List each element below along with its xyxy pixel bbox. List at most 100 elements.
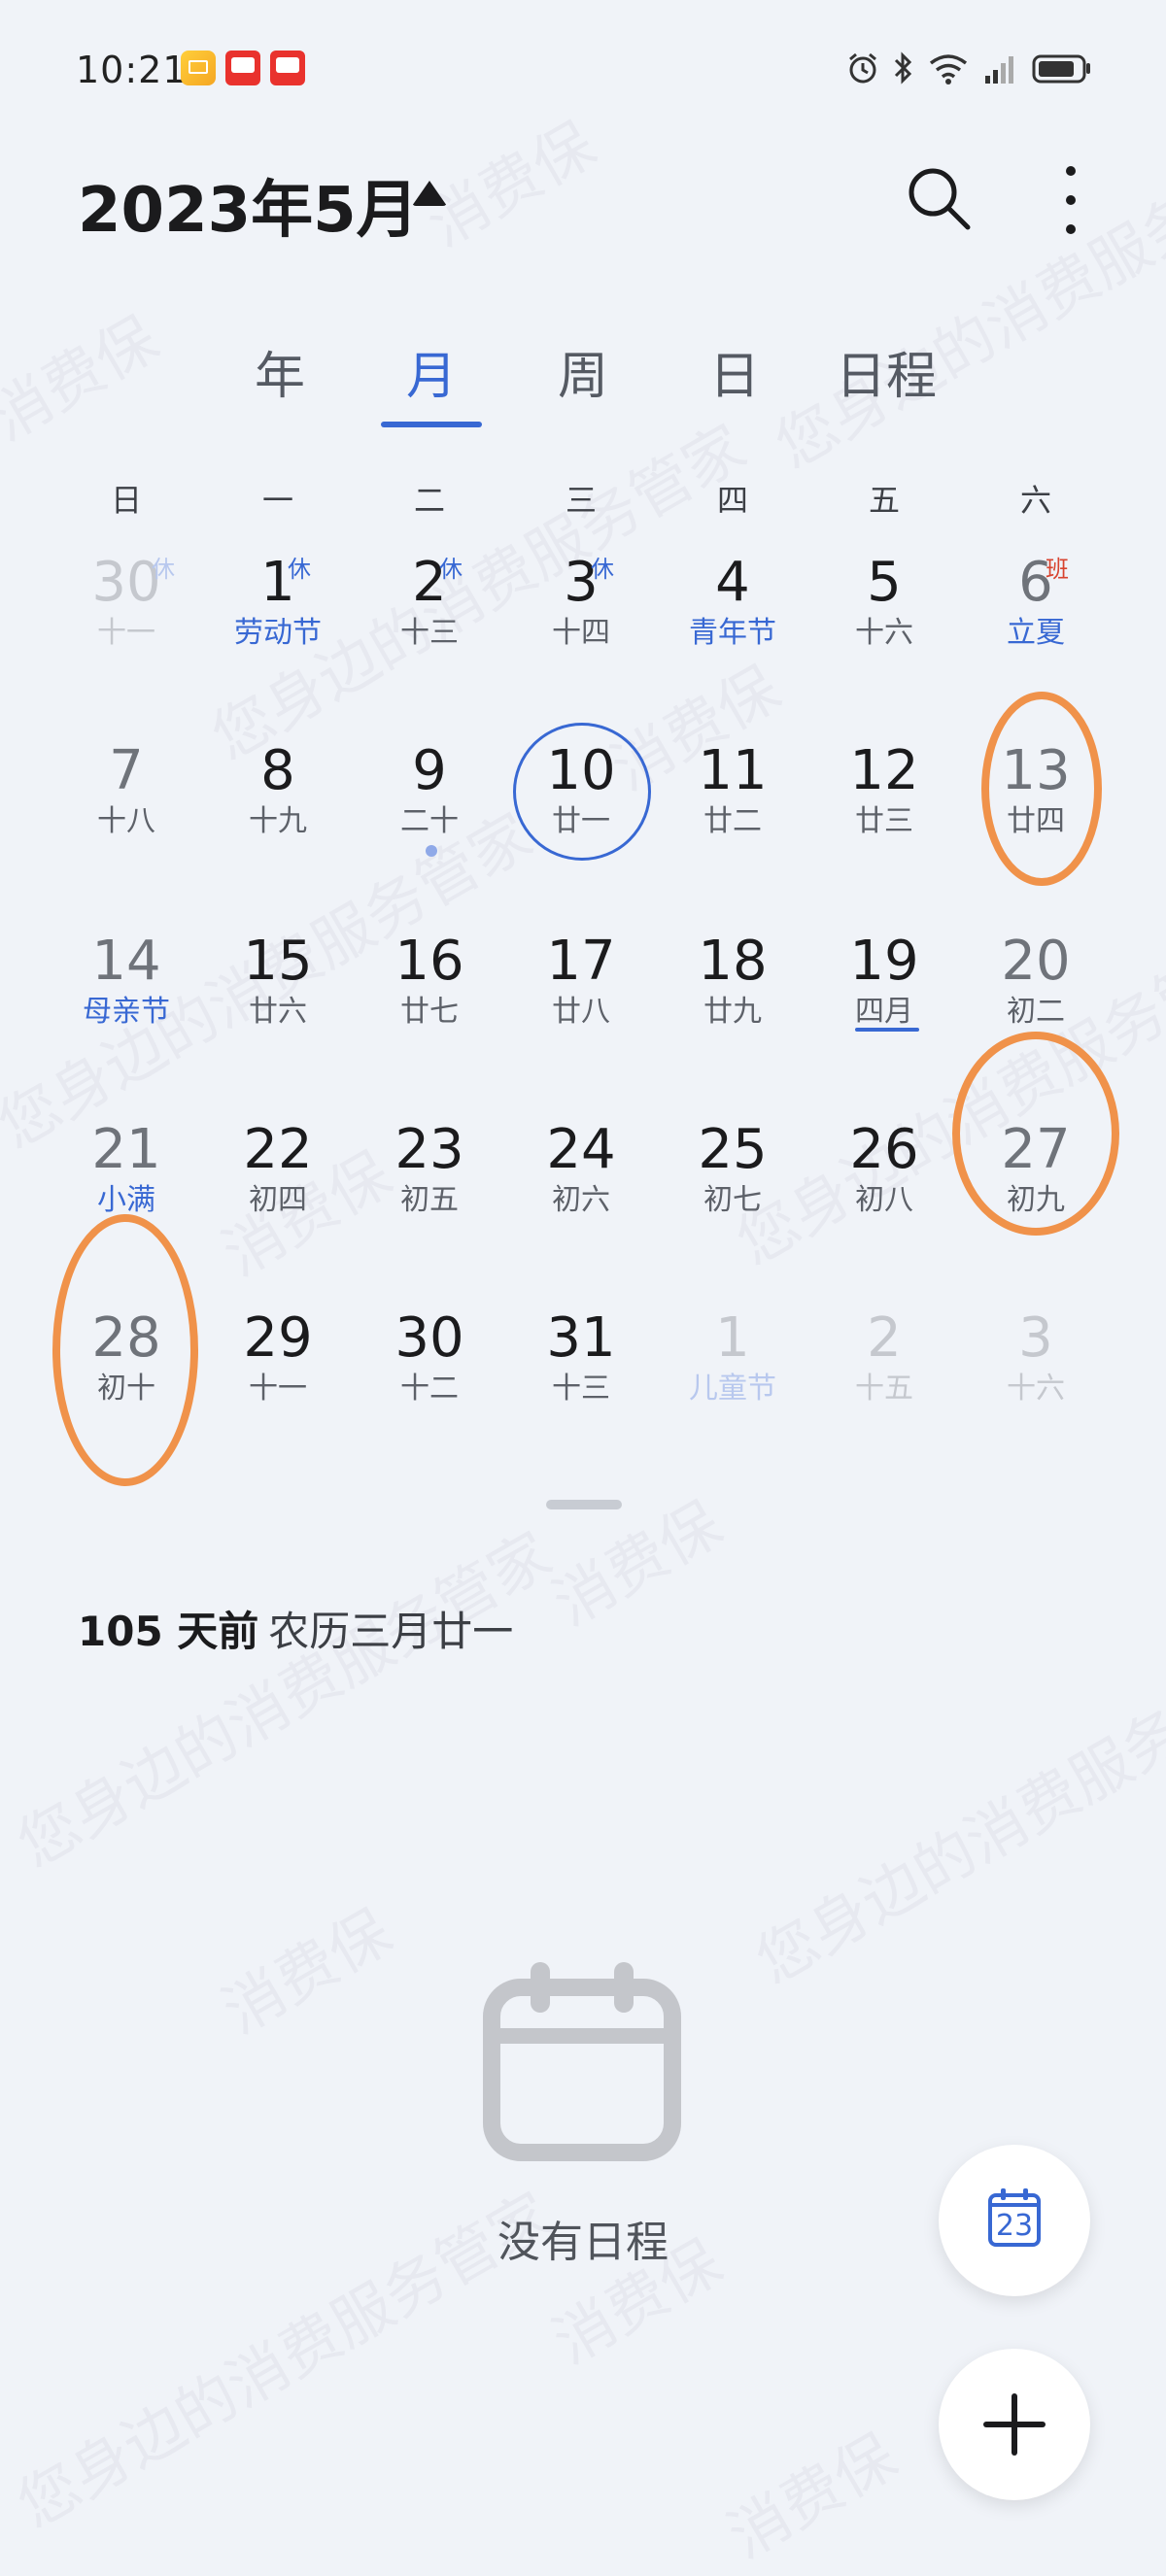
day-number: 25 — [698, 1118, 768, 1181]
day-cell[interactable]: 2 十三 休 — [354, 552, 505, 697]
rest-day-badge: 休 — [288, 556, 311, 583]
lunar-label: 廿八 — [552, 995, 610, 1029]
day-cell[interactable]: 3 十六 — [960, 1307, 1112, 1453]
drag-handle[interactable] — [546, 1500, 622, 1509]
day-cell[interactable]: 1 儿童节 — [657, 1307, 808, 1453]
day-number: 1 — [715, 1306, 750, 1370]
lunar-label: 四月 — [855, 995, 913, 1029]
watermark-text: 消费保 — [210, 1895, 403, 2048]
day-cell[interactable]: 7 十八 — [51, 740, 202, 886]
annotation-circle-28 — [52, 1214, 198, 1486]
day-number: 14 — [91, 930, 161, 993]
day-number: 3 — [1018, 1306, 1053, 1370]
holiday-label: 劳动节 — [234, 616, 322, 650]
annotation-circle-27 — [952, 1032, 1119, 1236]
day-number: 15 — [243, 930, 313, 993]
lunar-label: 十二 — [400, 1372, 459, 1406]
day-cell[interactable]: 31 十三 — [505, 1307, 657, 1453]
day-cell[interactable]: 14 母亲节 — [51, 931, 202, 1076]
days-ago-label: 105 天前 — [78, 1608, 259, 1655]
day-number: 5 — [867, 551, 902, 614]
day-cell[interactable]: 3 十四 休 — [505, 552, 657, 697]
lunar-date-label: 农历三月廿一 — [268, 1608, 514, 1655]
day-number: 12 — [849, 739, 919, 802]
lunar-label: 十三 — [400, 616, 459, 650]
day-number: 11 — [698, 739, 768, 802]
day-number: 24 — [546, 1118, 616, 1181]
lunar-label: 十一 — [97, 616, 155, 650]
holiday-label: 青年节 — [689, 616, 776, 650]
day-cell[interactable]: 17 廿八 — [505, 931, 657, 1076]
lunar-label: 十九 — [249, 804, 307, 838]
plus-icon-vertical — [1012, 2393, 1017, 2456]
day-number: 9 — [412, 739, 447, 802]
annotation-circle-13 — [981, 692, 1102, 886]
lunar-label: 十八 — [97, 804, 155, 838]
holiday-label: 儿童节 — [689, 1372, 776, 1406]
day-number: 23 — [394, 1118, 464, 1181]
rest-day-badge: 休 — [439, 556, 463, 583]
day-cell[interactable]: 6 立夏 班 — [960, 552, 1112, 697]
day-cell[interactable]: 15 廿六 — [202, 931, 354, 1076]
lunar-label: 廿一 — [552, 804, 610, 838]
day-cell[interactable]: 2 十五 — [808, 1307, 960, 1453]
day-number: 3 — [564, 551, 599, 614]
day-cell[interactable]: 9 二十 — [354, 740, 505, 886]
lunar-label: 十一 — [249, 1372, 307, 1406]
lunar-label: 初六 — [552, 1183, 610, 1217]
watermark-text: 您身边的消费服务管家 — [6, 1518, 564, 1881]
day-cell[interactable]: 25 初七 — [657, 1119, 808, 1265]
day-cell[interactable]: 18 廿九 — [657, 931, 808, 1076]
lunar-label: 十六 — [1007, 1372, 1065, 1406]
day-number: 2 — [867, 1306, 902, 1370]
watermark-text: 您身边的消费服务管家 — [744, 1635, 1166, 1998]
day-cell[interactable]: 22 初四 — [202, 1119, 354, 1265]
watermark-text: 消费保 — [715, 2420, 909, 2572]
lunar-label: 初五 — [400, 1183, 459, 1217]
lunar-label: 初八 — [855, 1183, 913, 1217]
lunar-label: 初七 — [703, 1183, 762, 1217]
add-event-button[interactable] — [939, 2349, 1090, 2500]
day-cell[interactable]: 1 劳动节 休 — [202, 552, 354, 697]
day-cell[interactable]: 30 十一 休 — [51, 552, 202, 697]
workday-badge: 班 — [1046, 556, 1069, 583]
day-number: 19 — [849, 930, 919, 993]
day-number: 16 — [394, 930, 464, 993]
day-number: 21 — [91, 1118, 161, 1181]
day-cell[interactable]: 11 廿二 — [657, 740, 808, 886]
day-cell[interactable]: 30 十二 — [354, 1307, 505, 1453]
day-cell[interactable]: 4 青年节 — [657, 552, 808, 697]
rest-day-badge: 休 — [152, 556, 175, 583]
day-cell[interactable]: 5 十六 — [808, 552, 960, 697]
day-number: 30 — [91, 551, 161, 614]
day-cell[interactable]: 16 廿七 — [354, 931, 505, 1076]
day-cell[interactable]: 19 四月 — [808, 931, 960, 1076]
day-number: 10 — [546, 739, 616, 802]
day-number: 1 — [260, 551, 295, 614]
day-cell[interactable]: 12 廿三 — [808, 740, 960, 886]
day-cell[interactable]: 24 初六 — [505, 1119, 657, 1265]
day-number: 6 — [1018, 551, 1053, 614]
day-cell[interactable]: 29 十一 — [202, 1307, 354, 1453]
lunar-label: 二十 — [400, 804, 459, 838]
lunar-label: 廿六 — [249, 995, 307, 1029]
lunar-label: 廿七 — [400, 995, 459, 1029]
lunar-label: 十六 — [855, 616, 913, 650]
day-number: 29 — [243, 1306, 313, 1370]
lunar-label: 十四 — [552, 616, 610, 650]
day-cell[interactable]: 10 廿一 — [505, 740, 657, 886]
lunar-label: 十五 — [855, 1372, 913, 1406]
day-cell[interactable]: 26 初八 — [808, 1119, 960, 1265]
today-date-number: 23 — [995, 2209, 1034, 2243]
day-number: 2 — [412, 551, 447, 614]
day-cell[interactable]: 8 十九 — [202, 740, 354, 886]
lunar-label: 初二 — [1007, 995, 1065, 1029]
day-number: 18 — [698, 930, 768, 993]
day-number: 22 — [243, 1118, 313, 1181]
lunar-label: 十三 — [552, 1372, 610, 1406]
day-cell[interactable]: 23 初五 — [354, 1119, 505, 1265]
lunar-label: 廿二 — [703, 804, 762, 838]
lunar-label: 廿九 — [703, 995, 762, 1029]
holiday-label: 小满 — [97, 1183, 155, 1217]
go-to-today-button[interactable]: 23 — [939, 2145, 1090, 2296]
